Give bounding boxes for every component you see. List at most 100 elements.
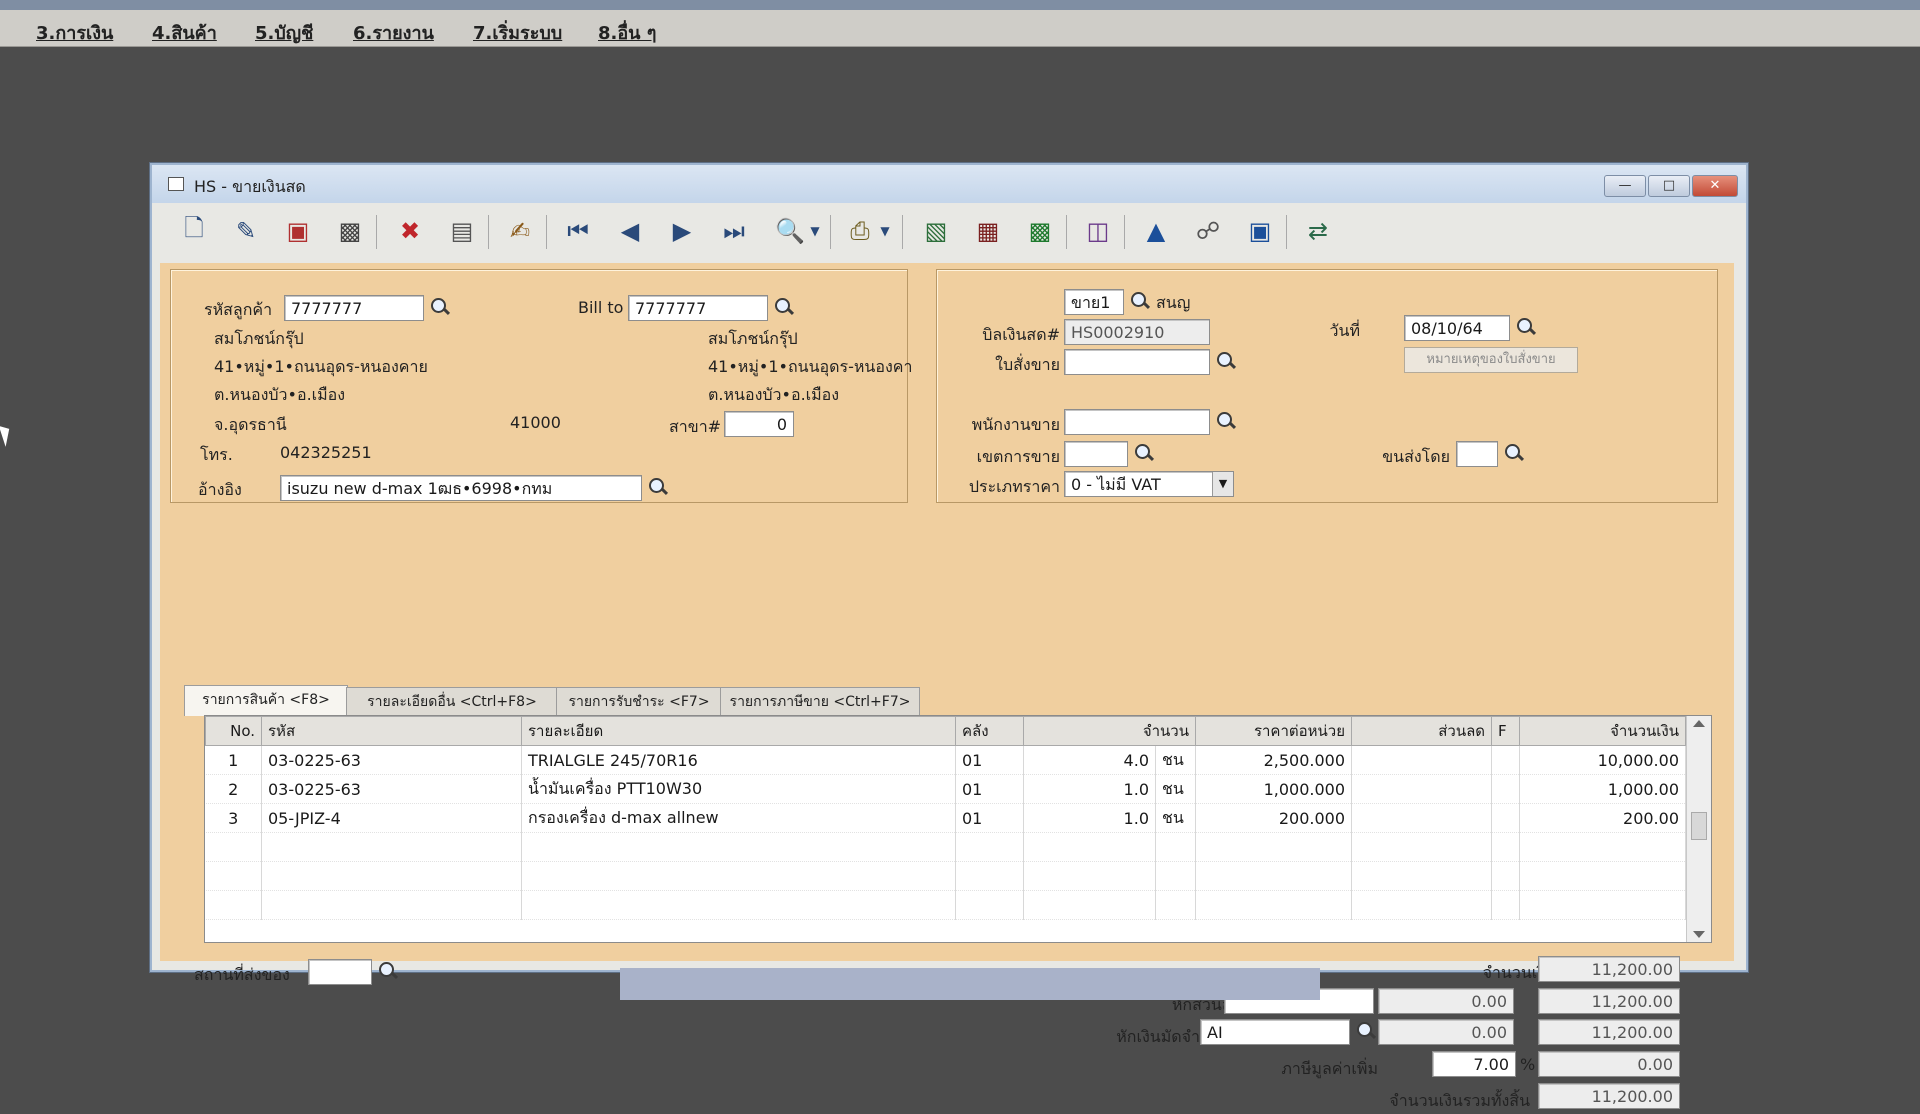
previous-record-icon[interactable]: ◀ [612, 213, 648, 249]
row-warehouse[interactable]: 01 [955, 803, 1024, 833]
sales-order-memo-button[interactable]: หมายเหตุของใบสั่งขาย [1404, 347, 1578, 373]
void-icon[interactable]: ▣ [280, 213, 316, 249]
delivery-place-search-icon[interactable] [376, 960, 400, 984]
column-header-flag[interactable]: F [1491, 716, 1520, 746]
ok-icon[interactable]: ▣ [1242, 213, 1278, 249]
salesperson-search-icon[interactable] [1214, 410, 1238, 434]
search-document-icon[interactable]: 🔍 [772, 213, 808, 249]
print-icon[interactable]: ⎙ [842, 213, 878, 249]
delivery-place-field[interactable] [308, 959, 372, 985]
menu-accounts[interactable]: 5.บัญชี [255, 18, 313, 47]
row-description[interactable]: TRIALGLE 245/70R16 [521, 745, 956, 775]
new-document-icon[interactable]: 🗋 [176, 213, 212, 249]
row-unit-price[interactable]: 1,000.000 [1195, 774, 1352, 804]
minimize-button[interactable]: — [1604, 175, 1646, 197]
row-description[interactable]: น้ำมันเครื่อง PTT10W30 [521, 774, 956, 804]
scroll-down-icon[interactable] [1693, 931, 1705, 938]
column-header-no[interactable]: No. [205, 716, 262, 746]
ship-by-search-icon[interactable] [1502, 442, 1526, 466]
empty-row[interactable] [205, 832, 1686, 862]
table-row[interactable]: 3 05-JPIZ-4 กรองเครื่อง d-max allnew 01 … [205, 803, 1686, 833]
tab-other-details[interactable]: รายละเอียดอื่น <Ctrl+F8> [346, 687, 558, 716]
sales-area-field[interactable] [1064, 441, 1128, 467]
empty-row[interactable] [205, 890, 1686, 920]
column-header-description[interactable]: รายละเอียด [521, 716, 956, 746]
tab-payments[interactable]: รายการรับชำระ <F7> [556, 687, 722, 716]
department-field[interactable]: ขาย1 [1064, 289, 1124, 315]
column-header-warehouse[interactable]: คลัง [955, 716, 1024, 746]
billto-search-icon[interactable] [772, 296, 796, 320]
billto-code-field[interactable]: 7777777 [628, 295, 768, 321]
report-icon[interactable]: ◫ [1080, 213, 1116, 249]
row-code[interactable]: 03-0225-63 [261, 745, 522, 775]
vat-rate-field[interactable]: 7.00 [1432, 1051, 1516, 1077]
so-icon[interactable]: ▩ [1022, 213, 1058, 249]
reference-search-icon[interactable] [646, 476, 670, 500]
chevron-down-icon[interactable]: ▼ [808, 213, 822, 249]
price-type-select[interactable]: 0 - ไม่มี VAT ▼ [1064, 471, 1234, 497]
chevron-down-icon[interactable]: ▼ [878, 213, 892, 249]
sales-order-search-icon[interactable] [1214, 350, 1238, 374]
close-button[interactable]: ✕ [1692, 175, 1738, 197]
delete-bin-icon[interactable]: ▩ [332, 213, 368, 249]
column-header-unit-price[interactable]: ราคาต่อหน่วย [1195, 716, 1352, 746]
tab-sales-tax[interactable]: รายการภาษีขาย <Ctrl+F7> [720, 687, 920, 716]
column-header-discount[interactable]: ส่วนลด [1351, 716, 1492, 746]
empty-row[interactable] [205, 861, 1686, 891]
row-discount[interactable] [1351, 745, 1492, 775]
row-code[interactable]: 05-JPIZ-4 [261, 803, 522, 833]
tab-items[interactable]: รายการสินค้า <F8> [184, 685, 348, 716]
deposit-code-field[interactable]: AI [1200, 1019, 1350, 1045]
column-header-amount[interactable]: จำนวนเงิน [1519, 716, 1686, 746]
next-record-icon[interactable]: ▶ [664, 213, 700, 249]
save-icon[interactable]: ▤ [444, 213, 480, 249]
calculator-icon[interactable]: ▧ [918, 213, 954, 249]
menu-reports[interactable]: 6.รายงาน [353, 18, 434, 47]
customer-code-field[interactable]: 7777777 [284, 295, 424, 321]
date-field[interactable]: 08/10/64 [1404, 315, 1510, 341]
sales-area-search-icon[interactable] [1132, 442, 1156, 466]
edit-icon[interactable]: ✎ [228, 213, 264, 249]
menu-setup[interactable]: 7.เริ่มระบบ [473, 18, 562, 47]
row-quantity[interactable]: 4.0 [1023, 745, 1156, 775]
row-quantity[interactable]: 1.0 [1023, 803, 1156, 833]
row-warehouse[interactable]: 01 [955, 774, 1024, 804]
row-discount[interactable] [1351, 803, 1492, 833]
scroll-up-icon[interactable] [1693, 720, 1705, 727]
department-search-icon[interactable] [1128, 290, 1152, 314]
customer-search-icon[interactable] [428, 296, 452, 320]
calendar-search-icon[interactable] [1514, 316, 1538, 340]
bill-number-field[interactable]: HS0002910 [1064, 319, 1210, 345]
row-discount[interactable] [1351, 774, 1492, 804]
table-row[interactable]: 1 03-0225-63 TRIALGLE 245/70R16 01 4.0 ช… [205, 745, 1686, 775]
table-row[interactable]: 2 03-0225-63 น้ำมันเครื่อง PTT10W30 01 1… [205, 774, 1686, 804]
cancel-icon[interactable]: ✖ [392, 213, 428, 249]
column-header-code[interactable]: รหัส [261, 716, 522, 746]
row-warehouse[interactable]: 01 [955, 745, 1024, 775]
chevron-down-icon[interactable]: ▼ [1212, 472, 1233, 496]
salesperson-field[interactable] [1064, 409, 1210, 435]
ship-by-field[interactable] [1456, 441, 1498, 467]
approve-icon[interactable]: ✍ [502, 213, 538, 249]
scroll-thumb[interactable] [1691, 812, 1707, 840]
menu-finance[interactable]: 3.การเงิน [36, 18, 113, 47]
row-code[interactable]: 03-0225-63 [261, 774, 522, 804]
pick-ok-icon[interactable]: ▲ [1138, 213, 1174, 249]
row-quantity[interactable]: 1.0 [1023, 774, 1156, 804]
menu-products[interactable]: 4.สินค้า [152, 18, 217, 47]
row-unit-price[interactable]: 2,500.000 [1195, 745, 1352, 775]
column-header-quantity[interactable]: จำนวน [1023, 716, 1196, 746]
register-icon[interactable]: ▦ [970, 213, 1006, 249]
window-titlebar[interactable]: HS - ขายเงินสด — □ ✕ [152, 165, 1746, 203]
first-record-icon[interactable]: ⏮ [560, 213, 596, 249]
grid-scrollbar[interactable] [1686, 716, 1711, 942]
menu-others[interactable]: 8.อื่น ๆ [598, 18, 656, 47]
transfer-icon[interactable]: ⇄ [1300, 213, 1336, 249]
row-unit-price[interactable]: 200.000 [1195, 803, 1352, 833]
maximize-button[interactable]: □ [1648, 175, 1690, 197]
row-description[interactable]: กรองเครื่อง d-max allnew [521, 803, 956, 833]
sales-order-field[interactable] [1064, 349, 1210, 375]
deposit-search-icon[interactable] [1354, 1020, 1378, 1044]
branch-field[interactable]: 0 [724, 411, 794, 437]
reference-field[interactable]: isuzu new d-max 1ฒธ•6998•กทม [280, 475, 642, 501]
